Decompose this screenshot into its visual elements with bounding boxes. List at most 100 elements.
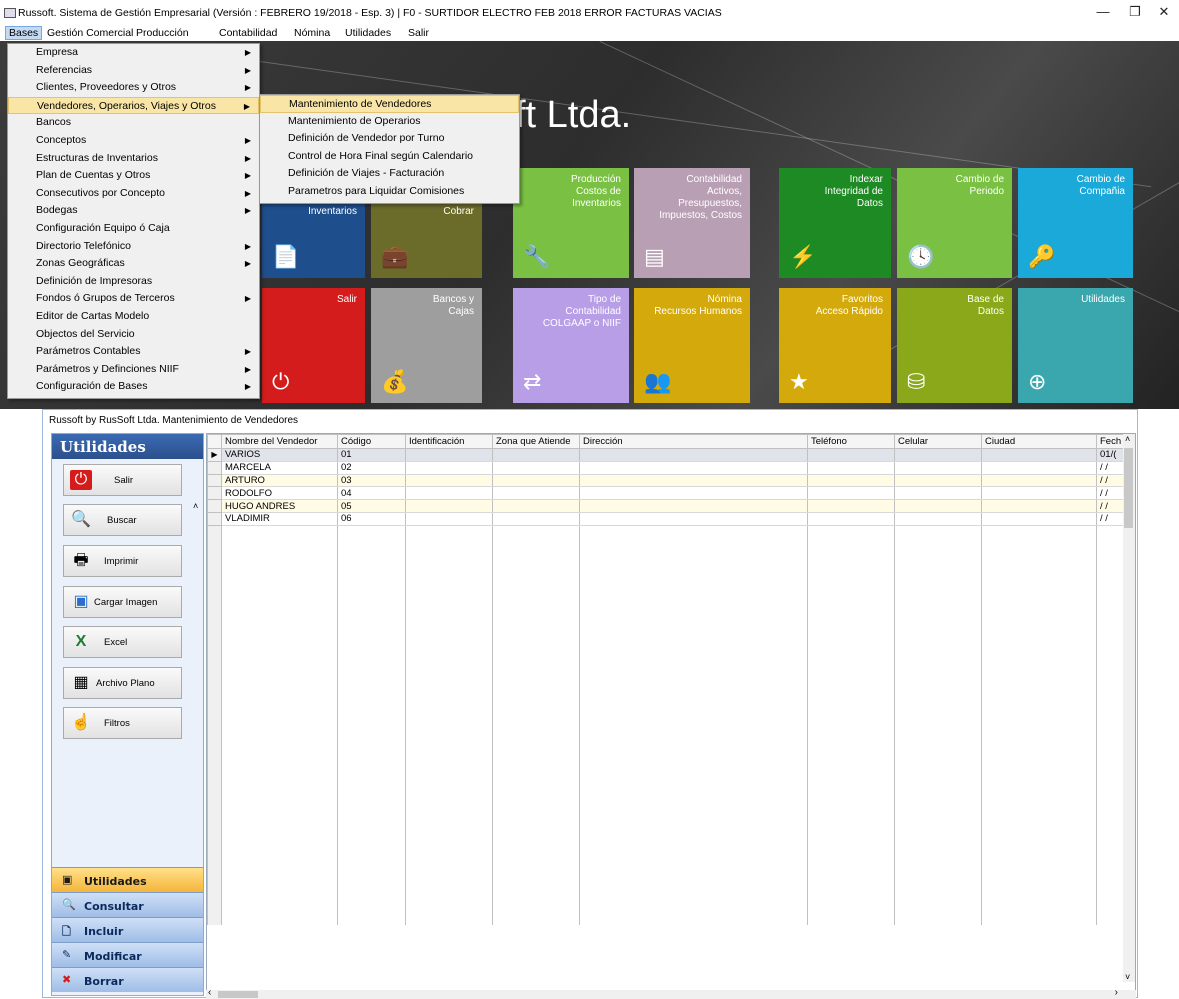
tile-inventarios[interactable]: Inventarios 📄 [262,200,365,278]
column-header[interactable]: Zona que Atiende [492,434,580,449]
row-selector[interactable] [207,511,222,526]
table-cell[interactable]: / / [1096,474,1126,488]
table-row[interactable]: ▶ VARIOS 01 01/( [207,448,1126,462]
table-cell[interactable]: 01 [337,448,406,462]
table-cell[interactable] [894,499,982,513]
table-cell[interactable] [981,499,1097,513]
row-selector[interactable] [207,486,222,501]
bases-menu-item[interactable]: Bancos [8,114,259,132]
salir-button[interactable]: ⏻ Salir [63,464,182,496]
menu-nomina[interactable]: Nómina [294,27,330,39]
row-selector[interactable]: ▶ [207,448,222,462]
bases-menu-item[interactable]: Parámetros y Definciones NIIF ▶ [8,361,259,379]
table-cell[interactable]: 03 [337,474,406,488]
table-row[interactable]: HUGO ANDRES 05 / / [207,499,1126,513]
filtros-button[interactable]: ☝ Filtros [63,707,182,739]
table-cell[interactable] [894,448,982,462]
table-cell[interactable]: / / [1096,461,1126,475]
bases-menu-item[interactable]: Fondos ó Grupos de Terceros ▶ [8,290,259,308]
bases-menu-item[interactable]: Configuración Equipo ó Caja [8,220,259,238]
bases-menu-item[interactable]: Editor de Cartas Modelo [8,308,259,326]
table-cell[interactable] [492,474,580,488]
row-selector[interactable] [207,473,222,488]
bases-menu-item[interactable]: Bodegas ▶ [8,202,259,220]
column-header[interactable]: Celular [894,434,982,449]
imprimir-button[interactable]: 🖶 Imprimir [63,545,182,577]
tile-producción[interactable]: Producción Costos de Inventarios 🔧 [513,168,629,278]
table-cell[interactable]: / / [1096,486,1126,501]
bases-menu-item[interactable]: Consecutivos por Concepto ▶ [8,185,259,203]
table-cell[interactable] [894,461,982,475]
submenu-item[interactable]: Definición de Viajes - Facturación [260,165,519,183]
scroll-up-icon[interactable]: ˄ [1125,434,1130,444]
bases-menu-item[interactable]: Estructuras de Inventarios ▶ [8,150,259,168]
table-cell[interactable] [405,486,493,501]
table-cell[interactable]: 01/( [1096,448,1126,462]
scroll-right-icon[interactable]: › [1115,987,1118,998]
table-cell[interactable] [405,499,493,513]
bases-menu-item[interactable]: Objectos del Servicio [8,326,259,344]
table-cell[interactable] [579,448,808,462]
table-cell[interactable] [405,448,493,462]
table-cell[interactable] [492,499,580,513]
table-cell[interactable] [405,512,493,526]
table-cell[interactable] [492,512,580,526]
bases-menu-item[interactable]: Definición de Impresoras [8,273,259,291]
table-cell[interactable] [981,512,1097,526]
tile-tipo-de[interactable]: Tipo de Contabilidad COLGAAP o NIIF ⇄ [513,288,629,403]
bases-menu-item[interactable]: Vendedores, Operarios, Viajes y Otros ▶ [8,96,259,115]
bases-menu-item[interactable]: Configuración de Bases ▶ [8,378,259,396]
table-cell[interactable]: / / [1096,512,1126,526]
bases-menu-item[interactable]: Referencias ▶ [8,62,259,80]
scroll-thumb[interactable] [218,991,258,998]
bases-menu-item[interactable]: Conceptos ▶ [8,132,259,150]
nav-incluir[interactable]: 🗋 Incluir [52,917,203,942]
table-cell[interactable] [492,448,580,462]
archivo-plano-button[interactable]: ▦ Archivo Plano [63,667,182,699]
nav-utilidades[interactable]: ▣ Utilidades [52,867,203,892]
table-cell[interactable]: 04 [337,486,406,501]
table-cell[interactable] [579,461,808,475]
nav-consultar[interactable]: 🔍 Consultar [52,892,203,917]
bases-menu-item[interactable]: Empresa ▶ [8,44,259,62]
table-cell[interactable] [981,461,1097,475]
table-cell[interactable]: ARTURO [221,474,338,488]
bases-menu-item[interactable]: Plan de Cuentas y Otros ▶ [8,167,259,185]
table-cell[interactable] [807,499,895,513]
tile-indexar[interactable]: Indexar Integridad de Datos ⚡ [779,168,891,278]
table-cell[interactable]: VLADIMIR [221,512,338,526]
cargar-imagen-button[interactable]: ▣ Cargar Imagen [63,586,182,618]
table-cell[interactable]: MARCELA [221,461,338,475]
minimize-button[interactable]: — [1088,4,1118,22]
table-cell[interactable] [807,512,895,526]
row-selector[interactable] [207,460,222,475]
bases-menu-item[interactable]: Zonas Geográficas ▶ [8,255,259,273]
menu-produccion[interactable]: Producción [136,27,189,39]
tile-cambio-de[interactable]: Cambio de Periodo 🕓 [897,168,1012,278]
row-selector[interactable] [207,499,222,513]
table-row[interactable]: ARTURO 03 / / [207,473,1126,488]
table-cell[interactable] [981,486,1097,501]
tile-bancos-y[interactable]: Bancos y Cajas 💰 [371,288,482,403]
table-cell[interactable] [579,486,808,501]
nav-modificar[interactable]: ✎ Modificar [52,942,203,967]
panel-scrollbar[interactable]: ˄ ˅ [192,501,203,888]
grid-vertical-scrollbar[interactable]: ˄ ˅ [1123,434,1135,982]
bases-menu-item[interactable]: Directorio Telefónico ▶ [8,238,259,256]
table-cell[interactable]: 02 [337,461,406,475]
table-cell[interactable]: / / [1096,499,1126,513]
excel-button[interactable]: X Excel [63,626,182,658]
tile-base-de[interactable]: Base de Datos ⛁ [897,288,1012,403]
menu-gestion-comercial[interactable]: Gestión Comercial [47,27,133,39]
table-cell[interactable]: RODOLFO [221,486,338,501]
scroll-up-icon[interactable]: ˄ [193,501,198,511]
table-cell[interactable]: VARIOS [221,448,338,462]
bases-menu-item[interactable]: Parámetros Contables ▶ [8,343,259,361]
maximize-button[interactable]: ❐ [1120,4,1150,22]
table-cell[interactable] [405,461,493,475]
table-row[interactable]: RODOLFO 04 / / [207,486,1126,501]
menu-salir[interactable]: Salir [408,27,429,39]
table-cell[interactable] [894,486,982,501]
column-header[interactable]: Ciudad [981,434,1097,449]
tile-utilidades[interactable]: Utilidades ⊕ [1018,288,1133,403]
